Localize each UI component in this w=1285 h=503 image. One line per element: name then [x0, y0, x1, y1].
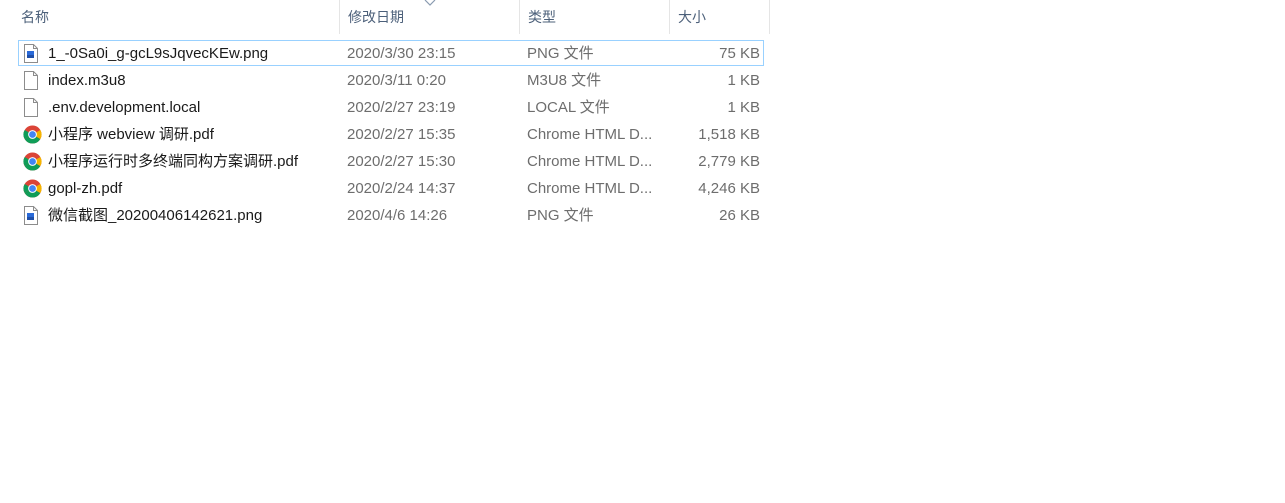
file-size: 2,779 KB	[698, 153, 760, 170]
file-type: LOCAL 文件	[527, 99, 610, 116]
blank-file-icon	[23, 67, 43, 94]
file-row[interactable]: 微信截图_20200406142621.png 2020/4/6 14:26 P…	[0, 202, 770, 229]
file-date: 2020/2/27 15:35	[347, 126, 456, 143]
file-date: 2020/3/11 0:20	[347, 72, 446, 89]
file-row[interactable]: 小程序 webview 调研.pdf 2020/2/27 15:35 Chrom…	[0, 121, 770, 148]
file-list: 1_-0Sa0i_g-gcL9sJqvecKEw.png 2020/3/30 2…	[0, 40, 770, 229]
column-header-date[interactable]: 修改日期	[340, 0, 520, 34]
file-name: 1_-0Sa0i_g-gcL9sJqvecKEw.png	[48, 45, 269, 62]
file-size: 1 KB	[727, 99, 760, 116]
file-name: gopl-zh.pdf	[48, 180, 123, 197]
file-row[interactable]: 小程序运行时多终端同构方案调研.pdf 2020/2/27 15:30 Chro…	[0, 148, 770, 175]
file-type: Chrome HTML D...	[527, 153, 653, 170]
file-name: 小程序 webview 调研.pdf	[48, 126, 214, 143]
file-row[interactable]: gopl-zh.pdf 2020/2/24 14:37 Chrome HTML …	[0, 175, 770, 202]
file-name: .env.development.local	[48, 99, 201, 116]
column-header-name[interactable]: 名称	[13, 0, 340, 34]
file-date: 2020/3/30 23:15	[347, 45, 456, 62]
file-size: 4,246 KB	[698, 180, 760, 197]
file-row[interactable]: .env.development.local 2020/2/27 23:19 L…	[0, 94, 770, 121]
chrome-icon	[23, 175, 43, 202]
file-name: 小程序运行时多终端同构方案调研.pdf	[48, 153, 299, 170]
chrome-icon	[23, 121, 43, 148]
file-type: M3U8 文件	[527, 72, 602, 89]
file-date: 2020/2/27 23:19	[347, 99, 456, 116]
file-type: Chrome HTML D...	[527, 180, 653, 197]
column-header-size[interactable]: 大小	[670, 0, 770, 34]
column-header-bar: 名称 修改日期 类型 大小	[0, 0, 770, 34]
file-row[interactable]: index.m3u8 2020/3/11 0:20 M3U8 文件 1 KB	[0, 67, 770, 94]
chrome-icon	[23, 148, 43, 175]
file-type: Chrome HTML D...	[527, 126, 653, 143]
file-date: 2020/2/27 15:30	[347, 153, 456, 170]
file-type: PNG 文件	[527, 45, 594, 62]
column-header-type[interactable]: 类型	[520, 0, 670, 34]
file-row[interactable]: 1_-0Sa0i_g-gcL9sJqvecKEw.png 2020/3/30 2…	[0, 40, 770, 67]
file-date: 2020/4/6 14:26	[347, 207, 448, 224]
file-type: PNG 文件	[527, 207, 594, 224]
file-size: 26 KB	[719, 207, 760, 224]
file-explorer: 名称 修改日期 类型 大小 1_-0Sa0i_g-gcL9sJqvecKEw.p…	[0, 0, 1285, 503]
image-file-icon	[23, 40, 43, 67]
file-name: index.m3u8	[48, 72, 126, 89]
file-size: 1 KB	[727, 72, 760, 89]
image-file-icon	[23, 202, 43, 229]
file-size: 1,518 KB	[698, 126, 760, 143]
blank-file-icon	[23, 94, 43, 121]
file-size: 75 KB	[719, 45, 760, 62]
file-date: 2020/2/24 14:37	[347, 180, 456, 197]
file-name: 微信截图_20200406142621.png	[48, 207, 263, 224]
